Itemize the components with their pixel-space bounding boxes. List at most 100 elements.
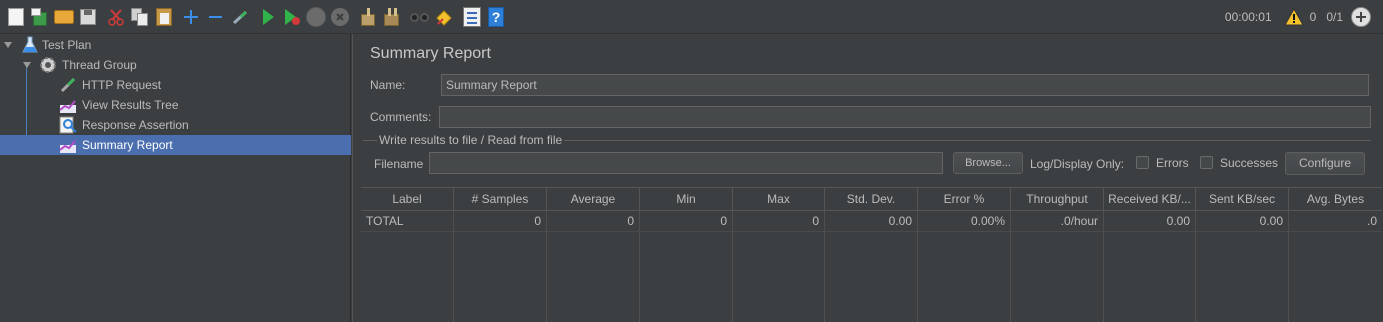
remote-engines-icon[interactable] xyxy=(1351,7,1371,27)
table-cell: 0 xyxy=(733,211,825,231)
file-section-title: Write results to file / Read from file xyxy=(377,133,565,147)
stop-icon xyxy=(306,6,326,27)
tree-node-label: View Results Tree xyxy=(82,98,179,112)
cut-icon xyxy=(107,8,125,26)
column-header[interactable]: Average xyxy=(547,188,640,211)
table-cell: 0 xyxy=(547,211,640,231)
tree-node-test-plan[interactable]: Test Plan xyxy=(0,35,351,55)
clear-all-icon xyxy=(383,7,401,26)
warning-count: 0 xyxy=(1309,10,1317,24)
table-cell: 0.00% xyxy=(918,211,1011,231)
elapsed-time: 00:00:01 xyxy=(1224,10,1272,24)
save-button[interactable] xyxy=(76,5,100,29)
column-divider xyxy=(917,232,918,322)
response-assertion-icon xyxy=(59,116,77,134)
name-field[interactable]: Summary Report xyxy=(441,74,1369,96)
column-divider xyxy=(1195,232,1196,322)
filename-field[interactable] xyxy=(429,152,943,174)
toggle-button[interactable] xyxy=(228,5,252,29)
templates-icon xyxy=(31,7,49,26)
filename-label: Filename xyxy=(374,157,424,171)
templates-button[interactable] xyxy=(28,5,52,29)
tree-node-http-request[interactable]: HTTP Request xyxy=(0,75,351,95)
collapse-icon xyxy=(208,9,224,25)
expand-button[interactable] xyxy=(180,5,204,29)
column-header[interactable]: Throughput xyxy=(1011,188,1104,211)
table-cell: 0.00 xyxy=(825,211,918,231)
toolbar: ? 00:00:01 0 0/1 xyxy=(0,0,1383,34)
column-divider xyxy=(1103,232,1104,322)
column-header[interactable]: Min xyxy=(640,188,733,211)
column-header[interactable]: Max xyxy=(733,188,825,211)
thread-group-icon xyxy=(39,56,57,74)
tree-node-summary-report[interactable]: Summary Report xyxy=(0,135,351,155)
new-button[interactable] xyxy=(4,5,28,29)
column-header[interactable]: Avg. Bytes xyxy=(1289,188,1382,211)
summary-table: Label # Samples Average Min Max Std. Dev… xyxy=(361,187,1382,322)
expand-icon xyxy=(184,9,200,25)
comments-label: Comments: xyxy=(370,110,432,124)
clear-button[interactable] xyxy=(356,5,380,29)
tree-node-response-assertion[interactable]: Response Assertion xyxy=(0,115,351,135)
warning-icon[interactable] xyxy=(1283,7,1304,26)
tree-node-label: Thread Group xyxy=(62,58,137,72)
test-plan-tree: Test Plan Thread Group HTTP Request View… xyxy=(0,34,351,322)
errors-label: Errors xyxy=(1156,156,1189,170)
successes-checkbox[interactable] xyxy=(1200,156,1213,169)
column-header[interactable]: Label xyxy=(361,188,454,211)
column-divider xyxy=(732,232,733,322)
summary-report-panel: Summary Report Name: Summary Report Comm… xyxy=(352,34,1383,322)
stop-button[interactable] xyxy=(304,5,328,29)
reset-search-icon xyxy=(435,8,453,26)
table-cell: TOTAL xyxy=(361,211,454,231)
help-button[interactable]: ? xyxy=(484,5,508,29)
clear-all-button[interactable] xyxy=(380,5,404,29)
reset-search-button[interactable] xyxy=(432,5,456,29)
collapse-button[interactable] xyxy=(204,5,228,29)
tree-node-label: Test Plan xyxy=(42,38,92,52)
expand-arrow-icon[interactable] xyxy=(4,42,12,48)
log-display-label: Log/Display Only: xyxy=(1030,157,1125,171)
column-header[interactable]: # Samples xyxy=(454,188,547,211)
paste-button[interactable] xyxy=(152,5,176,29)
table-cell: .0/hour xyxy=(1011,211,1104,231)
column-header[interactable]: Received KB/... xyxy=(1104,188,1196,211)
table-cell: 0 xyxy=(454,211,547,231)
errors-checkbox[interactable] xyxy=(1136,156,1149,169)
comments-field[interactable] xyxy=(439,106,1371,128)
configure-button[interactable]: Configure xyxy=(1285,152,1365,175)
table-cell: 0.00 xyxy=(1104,211,1196,231)
column-header[interactable]: Std. Dev. xyxy=(825,188,918,211)
column-divider xyxy=(1010,232,1011,322)
column-header[interactable]: Error % xyxy=(918,188,1011,211)
shutdown-icon xyxy=(331,7,349,26)
table-cell: 0.00 xyxy=(1196,211,1289,231)
function-helper-icon xyxy=(463,6,481,27)
search-button[interactable] xyxy=(408,5,432,29)
tree-node-view-results-tree[interactable]: View Results Tree xyxy=(0,95,351,115)
copy-button[interactable] xyxy=(128,5,152,29)
start-no-timers-icon xyxy=(284,8,300,25)
shutdown-button[interactable] xyxy=(328,5,352,29)
successes-label: Successes xyxy=(1220,156,1279,170)
browse-button[interactable]: Browse... xyxy=(953,152,1023,174)
column-divider xyxy=(1288,232,1289,322)
table-row[interactable]: TOTAL 0 0 0 0 0.00 0.00% .0/hour 0.00 0.… xyxy=(361,211,1382,232)
table-header-row: Label # Samples Average Min Max Std. Dev… xyxy=(361,187,1382,211)
start-button[interactable] xyxy=(256,5,280,29)
cut-button[interactable] xyxy=(104,5,128,29)
start-no-timers-button[interactable] xyxy=(280,5,304,29)
tree-node-label: Summary Report xyxy=(82,138,173,152)
column-header[interactable]: Sent KB/sec xyxy=(1196,188,1289,211)
view-results-tree-icon xyxy=(59,96,77,114)
paste-icon xyxy=(156,7,172,26)
expand-arrow-icon[interactable] xyxy=(23,62,31,68)
table-cell: .0 xyxy=(1366,214,1377,228)
thread-count: 0/1 xyxy=(1326,10,1343,24)
toggle-icon xyxy=(231,8,249,26)
test-plan-icon xyxy=(21,36,39,54)
tree-node-thread-group[interactable]: Thread Group xyxy=(0,55,351,75)
new-icon xyxy=(8,7,24,26)
function-helper-button[interactable] xyxy=(460,5,484,29)
open-button[interactable] xyxy=(52,5,76,29)
